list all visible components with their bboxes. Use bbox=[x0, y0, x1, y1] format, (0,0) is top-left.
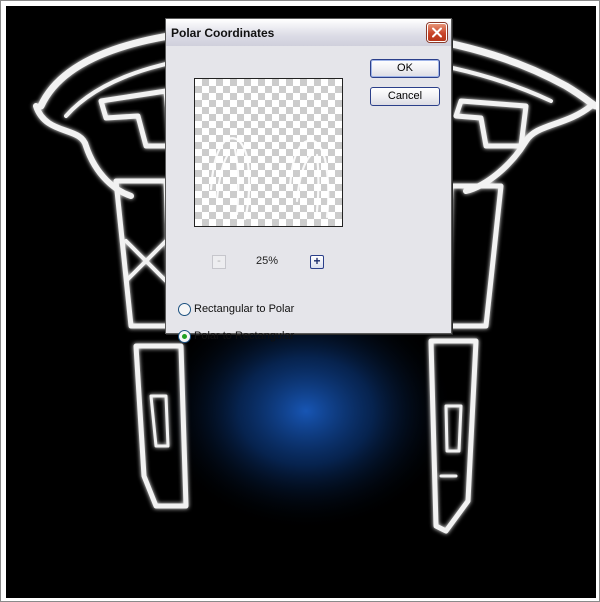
dialog-title: Polar Coordinates bbox=[171, 26, 275, 40]
dialog-title-bar[interactable]: Polar Coordinates bbox=[166, 19, 451, 47]
radio-selected-dot bbox=[182, 334, 187, 339]
polar-coordinates-dialog: Polar Coordinates OK Cancel - 25% + Rect… bbox=[165, 18, 452, 343]
preview-artwork bbox=[209, 137, 330, 221]
option-label: Rectangular to Polar bbox=[194, 303, 295, 315]
zoom-in-button[interactable]: + bbox=[310, 255, 324, 269]
cancel-button[interactable]: Cancel bbox=[370, 87, 440, 106]
radio-icon[interactable] bbox=[178, 330, 191, 343]
option-label: Polar to Rectangular bbox=[194, 330, 295, 342]
zoom-out-button[interactable]: - bbox=[212, 255, 226, 269]
left-column bbox=[113, 178, 174, 329]
close-button[interactable] bbox=[427, 23, 447, 42]
right-block bbox=[453, 98, 529, 149]
ok-button[interactable]: OK bbox=[370, 59, 440, 78]
right-column bbox=[443, 183, 504, 329]
zoom-level: 25% bbox=[255, 255, 279, 267]
left-block bbox=[98, 88, 174, 149]
right-swirl bbox=[463, 103, 594, 194]
left-x bbox=[124, 239, 168, 283]
radio-icon[interactable] bbox=[178, 303, 191, 316]
close-x-icon bbox=[432, 27, 442, 38]
dialog-body: OK Cancel - 25% + Rectangular to Polar P… bbox=[166, 46, 451, 343]
preview-image[interactable] bbox=[194, 78, 343, 227]
